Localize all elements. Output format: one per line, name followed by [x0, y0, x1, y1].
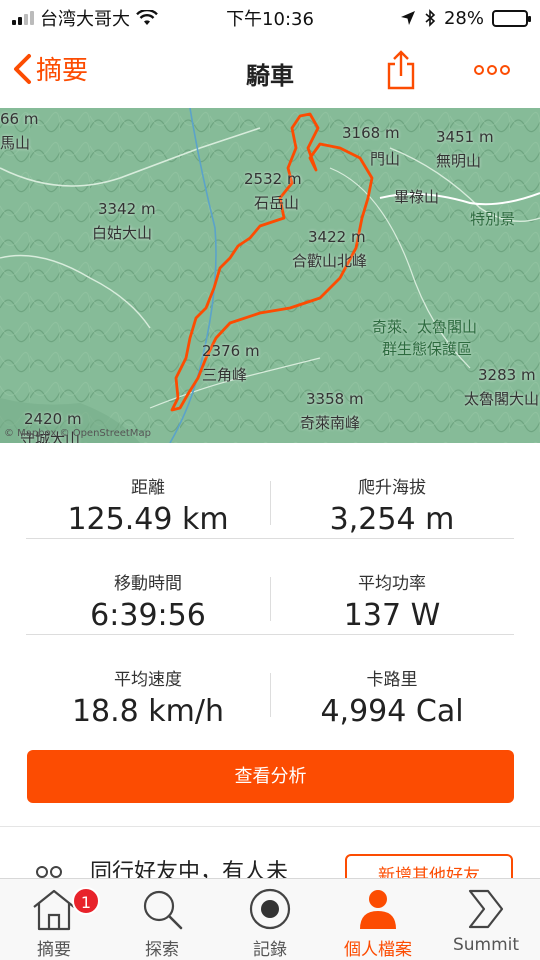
carrier-name: 台湾大哥大	[40, 9, 130, 30]
map-place-label: 無明山	[436, 152, 482, 170]
search-icon	[143, 890, 183, 930]
stat-label: 平均功率	[358, 574, 426, 594]
activity-detail-screen: 台湾大哥大 下午10:36 28% 摘要 騎車 66 m 馬山 3168 m 3…	[0, 0, 540, 960]
map-elevation-label: 2532 m	[244, 170, 302, 188]
tab-label: 個人檔案	[344, 940, 412, 960]
profile-icon	[360, 890, 396, 929]
stat-label: 爬升海拔	[358, 478, 426, 498]
stat-label: 平均速度	[114, 670, 182, 690]
map-elevation-label: 66 m	[0, 110, 39, 128]
stat-row: 平均速度 18.8 km/h 卡路里 4,994 Cal	[26, 635, 514, 731]
map-place-label: 畢祿山	[394, 188, 440, 206]
map-place-label: 奇萊南峰	[300, 414, 361, 432]
wifi-icon	[136, 10, 158, 25]
tab-label: 摘要	[37, 940, 71, 960]
stat-label: 卡路里	[366, 670, 418, 690]
stat-label: 移動時間	[114, 574, 182, 594]
map-elevation-label: 2420 m	[24, 410, 82, 428]
map-place-label: 奇萊、太魯閣山	[372, 318, 478, 336]
battery-icon	[492, 9, 531, 27]
stat-calories: 卡路里 4,994 Cal	[270, 635, 514, 731]
battery-percent: 28%	[443, 7, 484, 29]
status-bar: 台湾大哥大 下午10:36 28%	[0, 0, 540, 36]
stat-divider	[270, 481, 271, 525]
stat-value: 4,994 Cal	[320, 694, 464, 729]
share-icon[interactable]	[384, 50, 418, 90]
tab-summit[interactable]: Summit	[432, 879, 540, 960]
stat-divider	[270, 673, 271, 717]
more-options-icon[interactable]	[472, 60, 512, 80]
bluetooth-icon	[425, 9, 436, 27]
back-button[interactable]: 摘要	[12, 50, 88, 87]
section-divider	[0, 826, 540, 827]
friend-prompt: 同行好友中，有人未 新增其他好友	[0, 850, 540, 880]
status-left: 台湾大哥大	[12, 5, 158, 31]
stat-elevation-gain: 爬升海拔 3,254 m	[270, 443, 514, 538]
map-elevation-label: 3451 m	[436, 128, 494, 146]
map-place-label: 門山	[370, 150, 401, 168]
tab-label: 記錄	[253, 940, 287, 960]
stat-distance: 距離 125.49 km	[26, 443, 270, 538]
stat-moving-time: 移動時間 6:39:56	[26, 539, 270, 634]
map-place-label: 太魯閣大山	[464, 390, 540, 408]
status-right: 28%	[400, 7, 531, 29]
record-icon	[249, 888, 291, 930]
home-icon	[33, 889, 75, 931]
map-place-label: 特別景	[470, 210, 516, 228]
tab-record[interactable]: 記錄	[216, 879, 324, 960]
map-elevation-label: 3422 m	[308, 228, 366, 246]
nav-bar: 摘要 騎車	[0, 36, 540, 108]
stat-row: 距離 125.49 km 爬升海拔 3,254 m	[26, 443, 514, 539]
tab-profile[interactable]: 個人檔案	[324, 879, 432, 960]
activity-stats: 距離 125.49 km 爬升海拔 3,254 m 移動時間 6:39:56 平…	[0, 443, 540, 731]
map-attribution[interactable]: © Mapbox © OpenStreetMap	[4, 428, 151, 439]
stat-value: 125.49 km	[67, 502, 229, 537]
map-place-label: 馬山	[0, 134, 31, 152]
add-friends-button[interactable]: 新增其他好友	[345, 854, 513, 880]
map-elevation-label: 3342 m	[98, 200, 156, 218]
view-analysis-button[interactable]: 查看分析	[27, 750, 514, 803]
stat-label: 距離	[131, 478, 165, 498]
tab-feed[interactable]: 1 摘要	[0, 879, 108, 960]
map-elevation-label: 3168 m	[342, 124, 400, 142]
tab-bar: 1 摘要 探索 記錄 個人檔案 Summit	[0, 878, 540, 960]
map-place-label: 白姑大山	[92, 224, 153, 242]
map-elevation-label: 2376 m	[202, 342, 260, 360]
stat-avg-speed: 平均速度 18.8 km/h	[26, 635, 270, 731]
tab-label: 探索	[145, 940, 179, 960]
stat-value: 18.8 km/h	[71, 694, 225, 729]
stat-divider	[270, 577, 271, 621]
stat-value: 137 W	[343, 598, 441, 633]
stat-value: 3,254 m	[329, 502, 455, 537]
tab-label: Summit	[452, 935, 520, 955]
friend-prompt-text: 同行好友中，有人未	[90, 860, 289, 880]
notification-badge: 1	[72, 887, 100, 915]
map-place-label: 群生態保護區	[382, 340, 473, 358]
chevron-left-icon	[14, 53, 31, 84]
map-place-label: 合歡山北峰	[292, 252, 368, 270]
signal-icon	[12, 11, 34, 25]
location-arrow-icon	[400, 11, 415, 25]
map-elevation-label: 3358 m	[306, 390, 364, 408]
summit-icon	[468, 889, 504, 929]
stat-value: 6:39:56	[90, 598, 206, 633]
map-place-label: 三角峰	[202, 366, 248, 384]
tab-explore[interactable]: 探索	[108, 879, 216, 960]
back-label: 摘要	[36, 56, 89, 86]
map-elevation-label: 3283 m	[478, 366, 536, 384]
stat-row: 移動時間 6:39:56 平均功率 137 W	[26, 539, 514, 635]
route-map[interactable]: 66 m 馬山 3168 m 3451 m 門山 無明山 2532 m 石岳山 畢祿山 3342 …	[0, 108, 540, 443]
stat-avg-power: 平均功率 137 W	[270, 539, 514, 634]
map-place-label: 石岳山	[254, 194, 300, 212]
